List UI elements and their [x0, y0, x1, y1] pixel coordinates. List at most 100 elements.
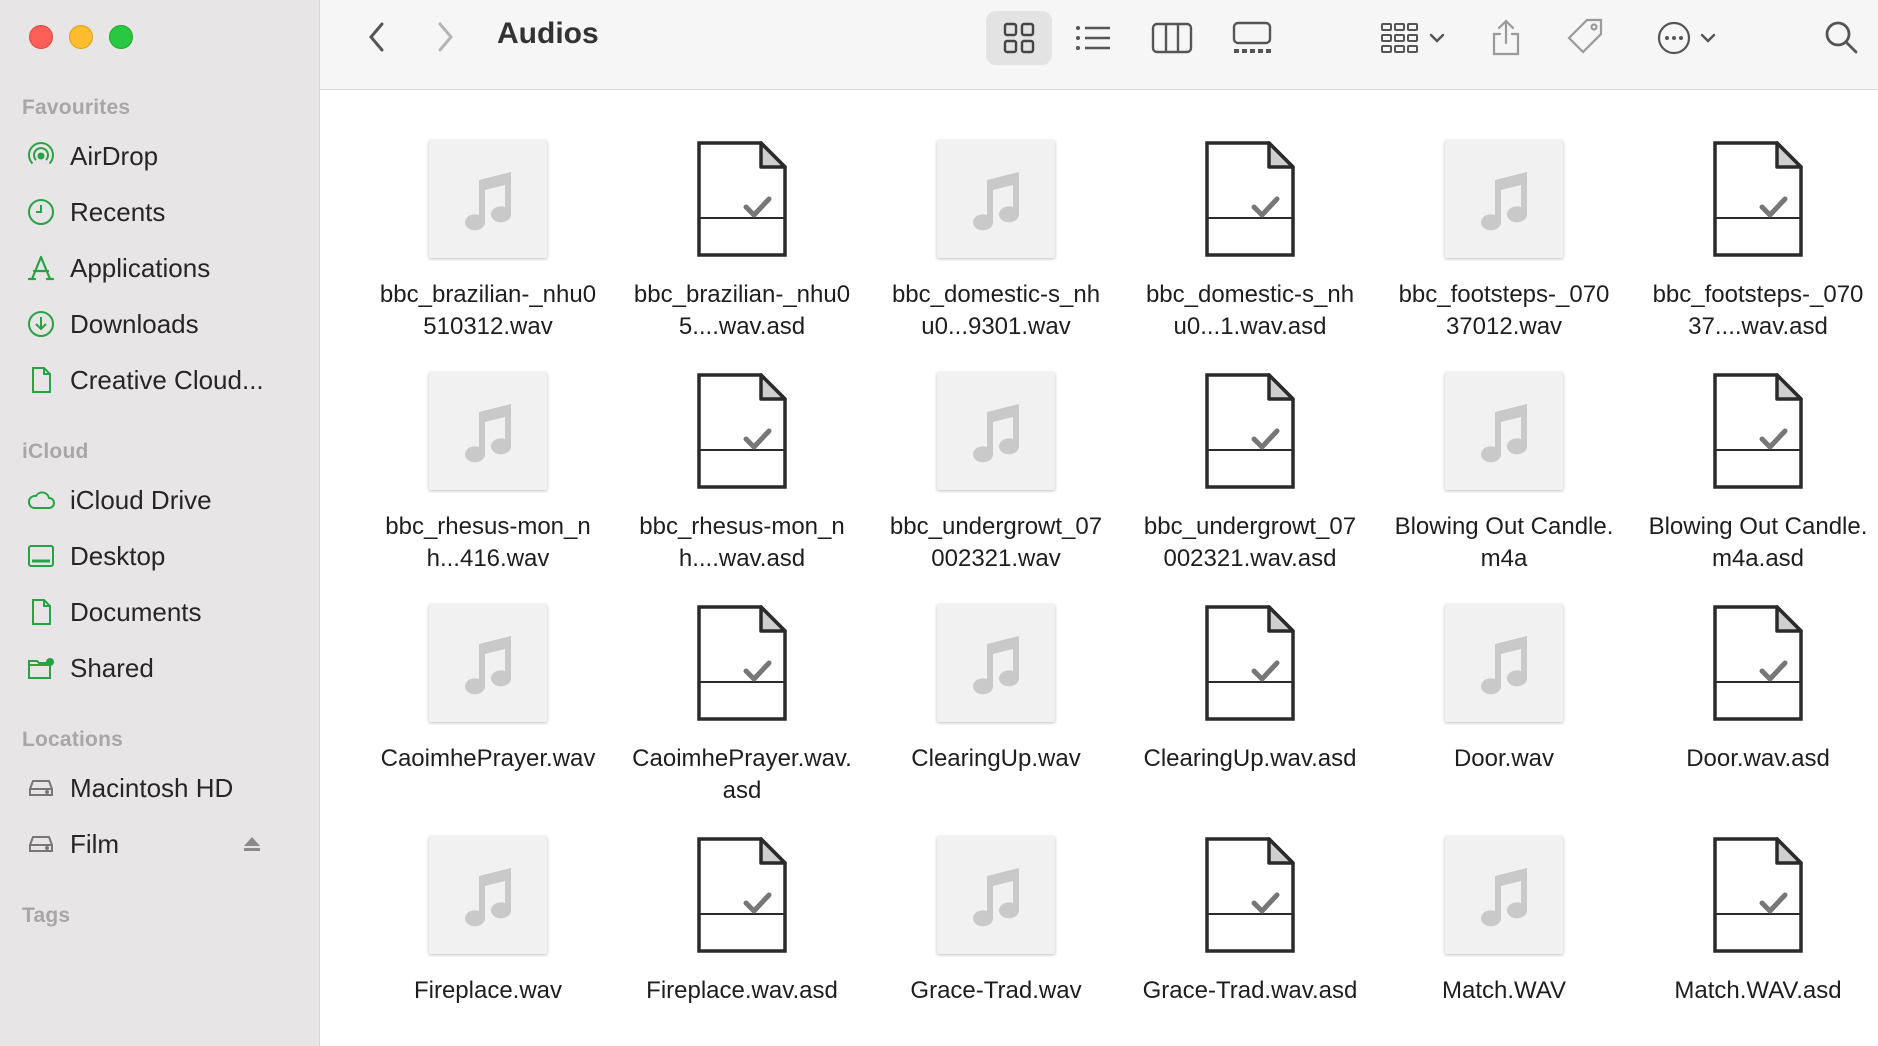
document-file-icon: [615, 603, 869, 723]
more-icon: [1656, 20, 1692, 56]
audio-file-icon: [361, 603, 615, 723]
sidebar-item-macintosh-hd[interactable]: Macintosh HD: [24, 768, 294, 808]
audio-file-icon: [1377, 603, 1631, 723]
zoom-window-button[interactable]: [109, 25, 133, 49]
file-item[interactable]: bbc_brazilian-_nhu05....wav.asd: [615, 139, 869, 371]
music-note-icon: [1445, 604, 1563, 722]
icon-view-icon: [1002, 21, 1036, 55]
file-item[interactable]: Blowing Out Candle.m4a.asd: [1631, 371, 1878, 603]
window-controls: [29, 25, 133, 49]
sidebar-item-label: Macintosh HD: [70, 772, 234, 803]
document-file-icon: [1123, 139, 1377, 259]
music-note-icon: [937, 140, 1055, 258]
music-note-icon: [937, 604, 1055, 722]
music-note-icon: [1445, 140, 1563, 258]
file-item[interactable]: Door.wav: [1377, 603, 1631, 835]
sidebar-item-label: Documents: [70, 596, 202, 627]
list-view-icon: [1074, 23, 1112, 53]
column-view-button[interactable]: [1148, 15, 1196, 61]
file-item[interactable]: Door.wav.asd: [1631, 603, 1878, 835]
sidebar-item-recents[interactable]: Recents: [24, 192, 294, 232]
file-item[interactable]: bbc_footsteps-_07037....wav.asd: [1631, 139, 1878, 371]
group-button[interactable]: [1372, 15, 1452, 61]
file-item[interactable]: ClearingUp.wav: [869, 603, 1123, 835]
file-name: bbc_undergrowt_07002321.wav: [889, 513, 1103, 572]
file-item[interactable]: bbc_footsteps-_07037012.wav: [1377, 139, 1631, 371]
music-note-icon: [429, 604, 547, 722]
file-item[interactable]: bbc_undergrowt_07002321.wav: [869, 371, 1123, 603]
sidebar-item-film[interactable]: Film: [24, 824, 294, 864]
file-item[interactable]: bbc_domestic-s_nhu0...9301.wav: [869, 139, 1123, 371]
file-item[interactable]: Match.WAV.asd: [1631, 835, 1878, 1046]
column-view-icon: [1151, 22, 1193, 54]
disk-icon: [24, 771, 58, 805]
back-button[interactable]: [360, 20, 394, 54]
window-title: Audios: [497, 17, 599, 50]
file-item[interactable]: bbc_undergrowt_07002321.wav.asd: [1123, 371, 1377, 603]
file-name: CaoimhePrayer.wav.asd: [632, 745, 852, 804]
audio-file-icon: [1377, 371, 1631, 491]
file-item[interactable]: Fireplace.wav: [361, 835, 615, 1046]
audio-file-icon: [869, 139, 1123, 259]
sidebar-item-shared[interactable]: Shared: [24, 648, 294, 688]
audio-file-icon: [1377, 139, 1631, 259]
eject-icon[interactable]: [240, 832, 264, 856]
sidebar-item-documents[interactable]: Documents: [24, 592, 294, 632]
music-note-icon: [429, 140, 547, 258]
sidebar-item-airdrop[interactable]: AirDrop: [24, 136, 294, 176]
document-file-icon: [1631, 835, 1878, 955]
file-name: ClearingUp.wav.asd: [1143, 745, 1357, 772]
music-note-icon: [937, 836, 1055, 954]
file-item[interactable]: bbc_brazilian-_nhu0510312.wav: [361, 139, 615, 371]
file-name: Match.WAV.asd: [1674, 977, 1842, 1004]
chevron-right-icon: [434, 21, 456, 53]
sidebar-item-label: Film: [70, 828, 120, 859]
document-file-icon: [1123, 603, 1377, 723]
sidebar-item-creative-cloud[interactable]: Creative Cloud...: [24, 360, 294, 400]
gallery-view-icon: [1231, 21, 1273, 55]
locations-header: Locations: [22, 728, 123, 751]
file-item[interactable]: CaoimhePrayer.wav.asd: [615, 603, 869, 835]
file-name: Fireplace.wav.asd: [646, 977, 838, 1004]
more-actions-button[interactable]: [1646, 15, 1726, 61]
file-item[interactable]: CaoimhePrayer.wav: [361, 603, 615, 835]
file-item[interactable]: Grace-Trad.wav: [869, 835, 1123, 1046]
file-name: bbc_domestic-s_nhu0...9301.wav: [891, 281, 1101, 340]
list-view-button[interactable]: [1070, 15, 1116, 61]
file-name: Fireplace.wav: [413, 977, 563, 1004]
file-item[interactable]: bbc_rhesus-mon_nh...416.wav: [361, 371, 615, 603]
tag-button[interactable]: [1562, 14, 1608, 60]
share-button[interactable]: [1486, 12, 1526, 62]
music-note-icon: [1445, 372, 1563, 490]
file-name: bbc_rhesus-mon_nh....wav.asd: [639, 513, 845, 572]
file-name: ClearingUp.wav: [911, 745, 1081, 772]
file-item[interactable]: Fireplace.wav.asd: [615, 835, 869, 1046]
file-name: bbc_brazilian-_nhu05....wav.asd: [633, 281, 851, 340]
file-item[interactable]: bbc_rhesus-mon_nh....wav.asd: [615, 371, 869, 603]
file-item[interactable]: Blowing Out Candle.m4a: [1377, 371, 1631, 603]
download-icon: [24, 307, 58, 341]
file-browser: bbc_brazilian-_nhu0510312.wav bbc_brazili…: [321, 91, 1878, 1046]
minimize-window-button[interactable]: [69, 25, 93, 49]
file-item[interactable]: ClearingUp.wav.asd: [1123, 603, 1377, 835]
file-name: Blowing Out Candle.m4a: [1394, 513, 1614, 572]
sidebar-item-desktop[interactable]: Desktop: [24, 536, 294, 576]
forward-button[interactable]: [428, 20, 462, 54]
sidebar-item-label: Downloads: [70, 308, 199, 339]
file-name: Door.wav.asd: [1686, 745, 1830, 772]
document-file-icon: [1123, 371, 1377, 491]
file-item[interactable]: bbc_domestic-s_nhu0...1.wav.asd: [1123, 139, 1377, 371]
icon-view-button[interactable]: [986, 11, 1052, 65]
sidebar-item-icloud-drive[interactable]: iCloud Drive: [24, 480, 294, 520]
sidebar-item-label: iCloud Drive: [70, 484, 212, 515]
file-item[interactable]: Match.WAV: [1377, 835, 1631, 1046]
file-item[interactable]: Grace-Trad.wav.asd: [1123, 835, 1377, 1046]
file-name: Door.wav: [1453, 745, 1555, 772]
gallery-view-button[interactable]: [1226, 15, 1278, 61]
search-button[interactable]: [1818, 14, 1864, 60]
document-file-icon: [1123, 835, 1377, 955]
sidebar-item-applications[interactable]: Applications: [24, 248, 294, 288]
document-file-icon: [1631, 139, 1878, 259]
close-window-button[interactable]: [29, 25, 53, 49]
sidebar-item-downloads[interactable]: Downloads: [24, 304, 294, 344]
